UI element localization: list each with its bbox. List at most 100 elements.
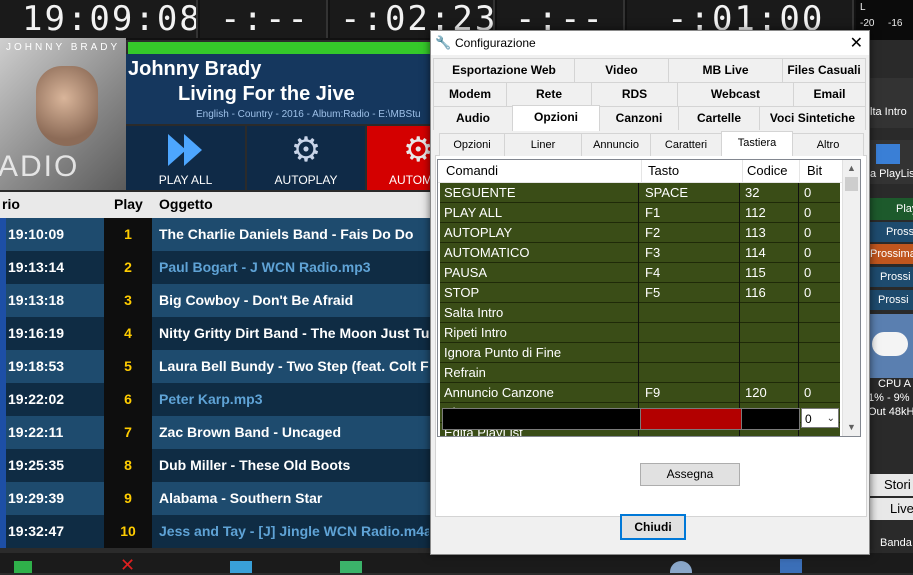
shortcut-row[interactable]: Ignora Punto di Fine (440, 343, 840, 363)
playlist-row[interactable]: 19:22:11 7 Zac Brown Band - Uncaged (0, 416, 430, 449)
shortcut-row[interactable]: AUTOMATICO F3 114 0 (440, 243, 840, 263)
row-time: 19:25:35 (8, 457, 65, 473)
grid-scrollbar[interactable]: ▲ ▼ (842, 160, 860, 436)
row-title: Nitty Gritty Dirt Band - The Moon Just T… (159, 325, 429, 341)
meter-scale-1: -20 (860, 18, 875, 29)
cell-code: 114 (745, 245, 766, 260)
row-marker (0, 515, 6, 548)
playlist-row[interactable]: 19:10:09 1 The Charlie Daniels Band - Fais… (0, 218, 430, 251)
close-button[interactable]: Chiudi (620, 514, 686, 540)
tab-modem[interactable]: Modem (433, 82, 507, 106)
tab-rds[interactable]: RDS (591, 82, 678, 106)
subtab-liner[interactable]: Liner (504, 133, 582, 156)
upload-icon[interactable] (340, 561, 362, 573)
playlist-row[interactable]: 19:13:14 2 Paul Bogart - J WCN Radio.mp3 (0, 251, 430, 284)
keyboard-shortcuts-grid[interactable]: Comandi Tasto Codice Bit SEGUENTE SPACE 32… (437, 159, 861, 437)
subtab-annuncio[interactable]: Annuncio (581, 133, 651, 156)
scroll-up-icon[interactable]: ▲ (843, 160, 860, 177)
row-number: 5 (104, 350, 152, 383)
prossima-button-1[interactable]: Prossi (868, 222, 913, 242)
right-side-panel: lta Intro a PlayLis Play Prossi Prossima… (868, 40, 913, 573)
cell-bit: 0 (804, 265, 812, 280)
playlist-row[interactable]: 19:25:35 8 Dub Miller - These Old Boots (0, 449, 430, 482)
cell-bit: 0 (804, 205, 812, 220)
shortcut-row[interactable]: AUTOPLAY F2 113 0 (440, 223, 840, 243)
play-button[interactable]: Play (868, 198, 913, 220)
clock-display: 19:09:08 (0, 0, 198, 38)
command-field[interactable] (442, 408, 641, 430)
tab-canzoni[interactable]: Canzoni (599, 106, 679, 130)
close-icon[interactable]: ✕ (850, 33, 863, 53)
playlist-label: a PlayLis (870, 168, 913, 180)
storico-button[interactable]: Stori (868, 474, 913, 496)
shortcut-row[interactable]: Salta Intro (440, 303, 840, 323)
shortcut-row[interactable]: SEGUENTE SPACE 32 0 (440, 183, 840, 203)
shortcut-row[interactable]: Ripeti Intro (440, 323, 840, 343)
prossima-button-4[interactable]: Prossi (868, 290, 913, 310)
row-number: 2 (104, 251, 152, 284)
subtab-tastiera[interactable]: Tastiera (721, 131, 793, 156)
cell-command: Ignora Punto di Fine (444, 345, 562, 360)
salta-intro-label: lta Intro (870, 106, 907, 118)
playlist-row[interactable]: 19:18:53 5 Laura Bell Bundy - Two Step (fe… (0, 350, 430, 383)
subtab-opzioni[interactable]: Opzioni (439, 133, 505, 156)
tab-mb-live[interactable]: MB Live (668, 58, 783, 82)
prossima-button-3[interactable]: Prossi (868, 267, 913, 287)
add-icon[interactable] (14, 561, 32, 573)
playlist-row[interactable]: 19:22:02 6 Peter Karp.mp3 (0, 383, 430, 416)
play-all-icon (126, 130, 245, 179)
tab-audio[interactable]: Audio (433, 106, 513, 130)
tab-cartelle[interactable]: Cartelle (678, 106, 760, 130)
assign-button[interactable]: Assegna (640, 463, 740, 486)
subtab-caratteri[interactable]: Caratteri (650, 133, 722, 156)
tab-voci-sintetiche[interactable]: Voci Sintetiche (759, 106, 866, 130)
playlist-row[interactable]: 19:13:18 3 Big Cowboy - Don't Be Afraid (0, 284, 430, 317)
playlist-row[interactable]: 19:29:39 9 Alabama - Southern Star (0, 482, 430, 515)
subtab-altro[interactable]: Altro (792, 133, 864, 156)
scroll-thumb[interactable] (845, 177, 858, 191)
cover-portrait (36, 66, 98, 146)
playlist-row[interactable]: 19:32:47 10 Jess and Tay - [J] Jingle WCN … (0, 515, 430, 548)
tab-files-casuali[interactable]: Files Casuali (782, 58, 866, 82)
prossima-button-2[interactable]: Prossima (868, 244, 913, 264)
shortcut-row[interactable]: Refrain (440, 363, 840, 383)
cell-bit: 0 (804, 225, 812, 240)
shortcut-row[interactable]: STOP F5 116 0 (440, 283, 840, 303)
automatic-button[interactable]: ⚙ AUTOM (367, 126, 430, 190)
bit-select[interactable]: 0 ⌄ (801, 408, 839, 428)
timer-display-1: -:-- (200, 0, 328, 38)
tab-esportazione-web[interactable]: Esportazione Web (433, 58, 575, 82)
playlist-row[interactable]: 19:16:19 4 Nitty Gritty Dirt Band - The Mo… (0, 317, 430, 350)
scroll-down-icon[interactable]: ▼ (843, 419, 860, 436)
delete-icon[interactable]: ✕ (120, 556, 135, 574)
chevron-down-icon: ⌄ (826, 413, 835, 424)
shortcut-row[interactable]: PAUSA F4 115 0 (440, 263, 840, 283)
row-marker (0, 251, 6, 284)
cell-key: F9 (645, 385, 661, 400)
cell-key: F5 (645, 285, 661, 300)
tab-opzioni[interactable]: Opzioni (512, 105, 600, 131)
tab-webcast[interactable]: Webcast (677, 82, 794, 106)
code-field[interactable] (741, 408, 800, 430)
row-time: 19:10:09 (8, 226, 65, 242)
gear-icon: ⚙ (403, 131, 430, 169)
playlist-icon (876, 144, 900, 164)
tab-rete[interactable]: Rete (506, 82, 592, 106)
row-time: 19:22:11 (8, 424, 64, 440)
cover-artist-text: JOHNNY BRADY (6, 42, 121, 53)
live-button[interactable]: Live (868, 498, 913, 520)
banda-label: Banda (880, 537, 912, 549)
salta-intro-button[interactable]: lta Intro (868, 78, 913, 128)
shortcut-row[interactable]: Annuncio Canzone F9 120 0 (440, 383, 840, 403)
shortcut-row[interactable]: PLAY ALL F1 112 0 (440, 203, 840, 223)
monitor-icon[interactable] (230, 561, 252, 573)
tab-email[interactable]: Email (793, 82, 866, 106)
header-time: rio (2, 196, 20, 212)
playlist-button[interactable]: a PlayLis (868, 140, 913, 184)
play-all-button[interactable]: PLAY ALL (126, 126, 245, 190)
key-field[interactable] (640, 408, 742, 430)
clock-icon[interactable] (670, 561, 692, 573)
database-icon[interactable] (780, 559, 802, 573)
autoplay-button[interactable]: ⚙ AUTOPLAY (247, 126, 365, 190)
tab-video[interactable]: Video (574, 58, 669, 82)
